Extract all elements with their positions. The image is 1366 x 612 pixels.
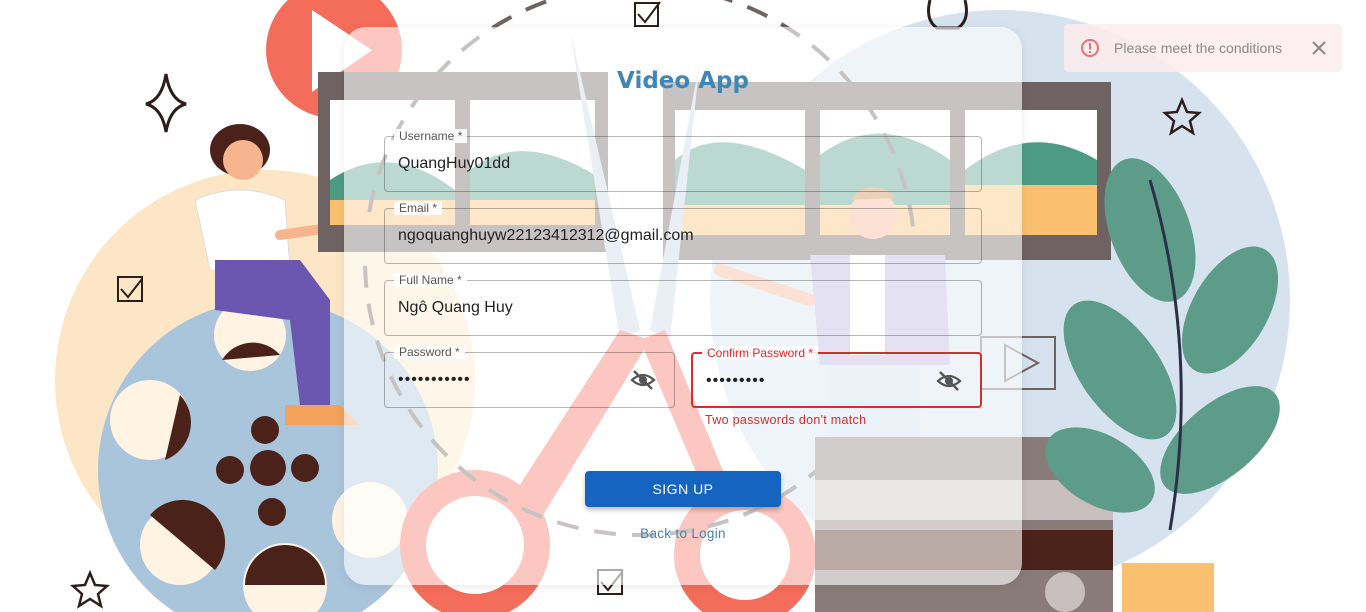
password-field[interactable]: Password *: [384, 345, 675, 408]
fullname-input[interactable]: [398, 297, 924, 319]
close-icon[interactable]: [1310, 39, 1328, 57]
username-input[interactable]: [398, 153, 924, 175]
sparkle-shape: [145, 73, 187, 133]
confirm-password-input[interactable]: [706, 370, 923, 392]
username-field[interactable]: Username *: [384, 129, 982, 192]
fullname-field[interactable]: Full Name *: [384, 273, 982, 336]
password-input[interactable]: [398, 369, 617, 391]
toast-message: Please meet the conditions: [1114, 40, 1283, 56]
username-label: Username *: [394, 129, 468, 143]
star-shape-2: [69, 569, 111, 609]
confirm-password-label: Confirm Password *: [702, 346, 819, 360]
fullname-label: Full Name *: [394, 273, 467, 287]
email-input[interactable]: [398, 225, 924, 247]
confirm-password-error: Two passwords don't match: [705, 413, 867, 427]
plant-pot: [1122, 563, 1214, 612]
confirm-password-field[interactable]: Confirm Password *: [691, 346, 982, 408]
signup-button[interactable]: SIGN UP: [585, 471, 781, 507]
email-label: Email *: [394, 201, 443, 215]
warning-toast: Please meet the conditions: [1064, 24, 1342, 72]
warning-circle-icon: [1081, 39, 1099, 57]
visibility-off-icon[interactable]: [936, 370, 962, 392]
email-field[interactable]: Email *: [384, 201, 982, 264]
app-title: Video App: [617, 68, 749, 94]
password-label: Password *: [394, 345, 465, 359]
back-to-login-link[interactable]: Back to Login: [585, 526, 781, 541]
visibility-off-icon[interactable]: [630, 369, 656, 391]
